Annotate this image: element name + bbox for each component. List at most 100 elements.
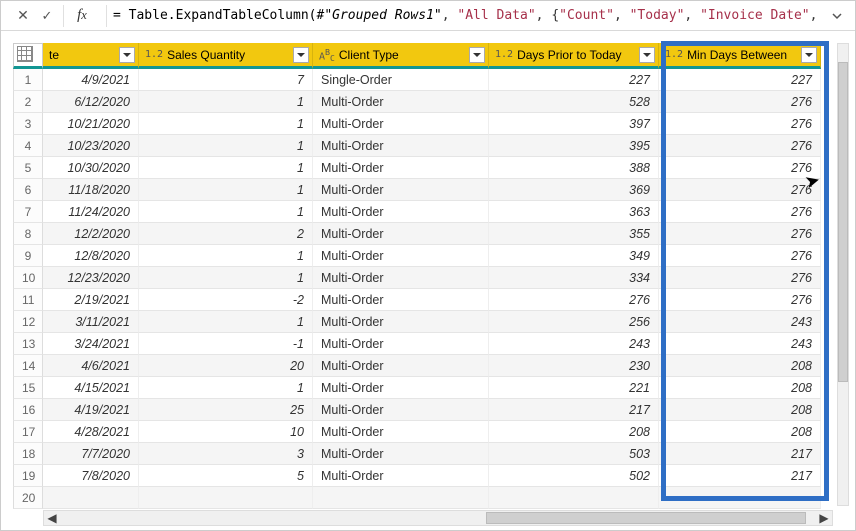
min-cell[interactable]: 276 [659,157,821,179]
days-cell[interactable]: 349 [489,245,659,267]
qty-cell[interactable]: 1 [139,113,313,135]
type-cell[interactable]: Multi-Order [313,201,489,223]
days-cell[interactable]: 363 [489,201,659,223]
date-cell[interactable]: 7/7/2020 [43,443,139,465]
type-cell[interactable]: Multi-Order [313,135,489,157]
filter-button-qty[interactable] [293,47,309,63]
days-cell[interactable]: 243 [489,333,659,355]
date-cell[interactable]: 4/19/2021 [43,399,139,421]
type-cell[interactable]: Multi-Order [313,311,489,333]
date-cell[interactable]: 10/30/2020 [43,157,139,179]
min-cell[interactable]: 276 [659,267,821,289]
vertical-scroll-thumb[interactable] [838,62,848,382]
cancel-formula-button[interactable]: ✕ [11,4,35,28]
qty-cell[interactable]: 1 [139,201,313,223]
min-cell[interactable]: 243 [659,333,821,355]
min-cell[interactable]: 276 [659,179,821,201]
days-cell[interactable]: 276 [489,289,659,311]
type-cell[interactable]: Multi-Order [313,443,489,465]
table-row[interactable]: 197/8/20205Multi-Order502217 [13,465,821,487]
table-row[interactable]: 912/8/20201Multi-Order349276 [13,245,821,267]
qty-cell[interactable]: 1 [139,157,313,179]
table-row[interactable]: 310/21/20201Multi-Order397276 [13,113,821,135]
table-row[interactable]: 187/7/20203Multi-Order503217 [13,443,821,465]
fx-icon[interactable]: fx [68,4,96,28]
table-row[interactable]: 611/18/20201Multi-Order369276 [13,179,821,201]
table-row[interactable]: 812/2/20202Multi-Order355276 [13,223,821,245]
type-cell[interactable]: Multi-Order [313,157,489,179]
qty-cell[interactable]: 3 [139,443,313,465]
type-cell[interactable]: Multi-Order [313,289,489,311]
table-row[interactable]: 164/19/202125Multi-Order217208 [13,399,821,421]
qty-cell[interactable]: 1 [139,267,313,289]
qty-cell[interactable]: 1 [139,245,313,267]
date-cell[interactable]: 6/12/2020 [43,91,139,113]
table-row[interactable]: 410/23/20201Multi-Order395276 [13,135,821,157]
column-header-qty[interactable]: 1.2 Sales Quantity [139,43,313,69]
table-row[interactable]: 14/9/20217Single-Order227227 [13,69,821,91]
table-row[interactable]: 510/30/20201Multi-Order388276 [13,157,821,179]
column-header-date[interactable]: te [43,43,139,69]
type-cell[interactable]: Multi-Order [313,91,489,113]
min-cell[interactable]: 276 [659,245,821,267]
days-cell[interactable]: 256 [489,311,659,333]
filter-button-type[interactable] [469,47,485,63]
horizontal-scroll-track[interactable] [60,511,816,525]
days-cell[interactable]: 528 [489,91,659,113]
type-cell[interactable]: Multi-Order [313,355,489,377]
empty-cell[interactable] [489,487,659,509]
min-cell[interactable]: 276 [659,91,821,113]
horizontal-scroll-thumb[interactable] [486,512,806,524]
column-header-min[interactable]: 1.2 Min Days Between [659,43,821,69]
days-cell[interactable]: 227 [489,69,659,91]
type-cell[interactable]: Multi-Order [313,245,489,267]
table-row[interactable]: 123/11/20211Multi-Order256243 [13,311,821,333]
days-cell[interactable]: 388 [489,157,659,179]
qty-cell[interactable]: 25 [139,399,313,421]
date-cell[interactable]: 11/18/2020 [43,179,139,201]
qty-cell[interactable]: 20 [139,355,313,377]
table-row[interactable]: 20 [13,487,821,509]
horizontal-scrollbar[interactable]: ◀ ▶ [43,510,833,526]
days-cell[interactable]: 230 [489,355,659,377]
date-cell[interactable]: 4/15/2021 [43,377,139,399]
min-cell[interactable]: 208 [659,399,821,421]
min-cell[interactable]: 217 [659,443,821,465]
days-cell[interactable]: 503 [489,443,659,465]
qty-cell[interactable]: -2 [139,289,313,311]
type-cell[interactable]: Multi-Order [313,179,489,201]
days-cell[interactable]: 334 [489,267,659,289]
date-cell[interactable]: 4/28/2021 [43,421,139,443]
empty-cell[interactable] [313,487,489,509]
date-cell[interactable]: 11/24/2020 [43,201,139,223]
table-row[interactable]: 112/19/2021-2Multi-Order276276 [13,289,821,311]
qty-cell[interactable]: 1 [139,91,313,113]
date-cell[interactable]: 2/19/2021 [43,289,139,311]
table-row[interactable]: 133/24/2021-1Multi-Order243243 [13,333,821,355]
qty-cell[interactable]: 1 [139,377,313,399]
min-cell[interactable]: 276 [659,223,821,245]
type-cell[interactable]: Multi-Order [313,399,489,421]
date-cell[interactable]: 4/6/2021 [43,355,139,377]
vertical-scrollbar[interactable] [837,43,849,506]
table-row[interactable]: 1012/23/20201Multi-Order334276 [13,267,821,289]
table-row[interactable]: 711/24/20201Multi-Order363276 [13,201,821,223]
filter-button-min[interactable] [801,47,817,63]
type-cell[interactable]: Multi-Order [313,223,489,245]
type-cell[interactable]: Multi-Order [313,113,489,135]
days-cell[interactable]: 208 [489,421,659,443]
type-cell[interactable]: Multi-Order [313,421,489,443]
min-cell[interactable]: 276 [659,201,821,223]
formula-input[interactable]: = Table.ExpandTableColumn(#"Grouped Rows… [111,8,825,23]
min-cell[interactable]: 208 [659,377,821,399]
expand-formula-button[interactable] [825,4,849,28]
commit-formula-button[interactable]: ✓ [35,4,59,28]
table-row[interactable]: 26/12/20201Multi-Order528276 [13,91,821,113]
column-header-days[interactable]: 1.2 Days Prior to Today [489,43,659,69]
date-cell[interactable]: 10/21/2020 [43,113,139,135]
qty-cell[interactable]: 1 [139,311,313,333]
date-cell[interactable]: 4/9/2021 [43,69,139,91]
min-cell[interactable]: 208 [659,355,821,377]
empty-cell[interactable] [139,487,313,509]
min-cell[interactable]: 276 [659,113,821,135]
